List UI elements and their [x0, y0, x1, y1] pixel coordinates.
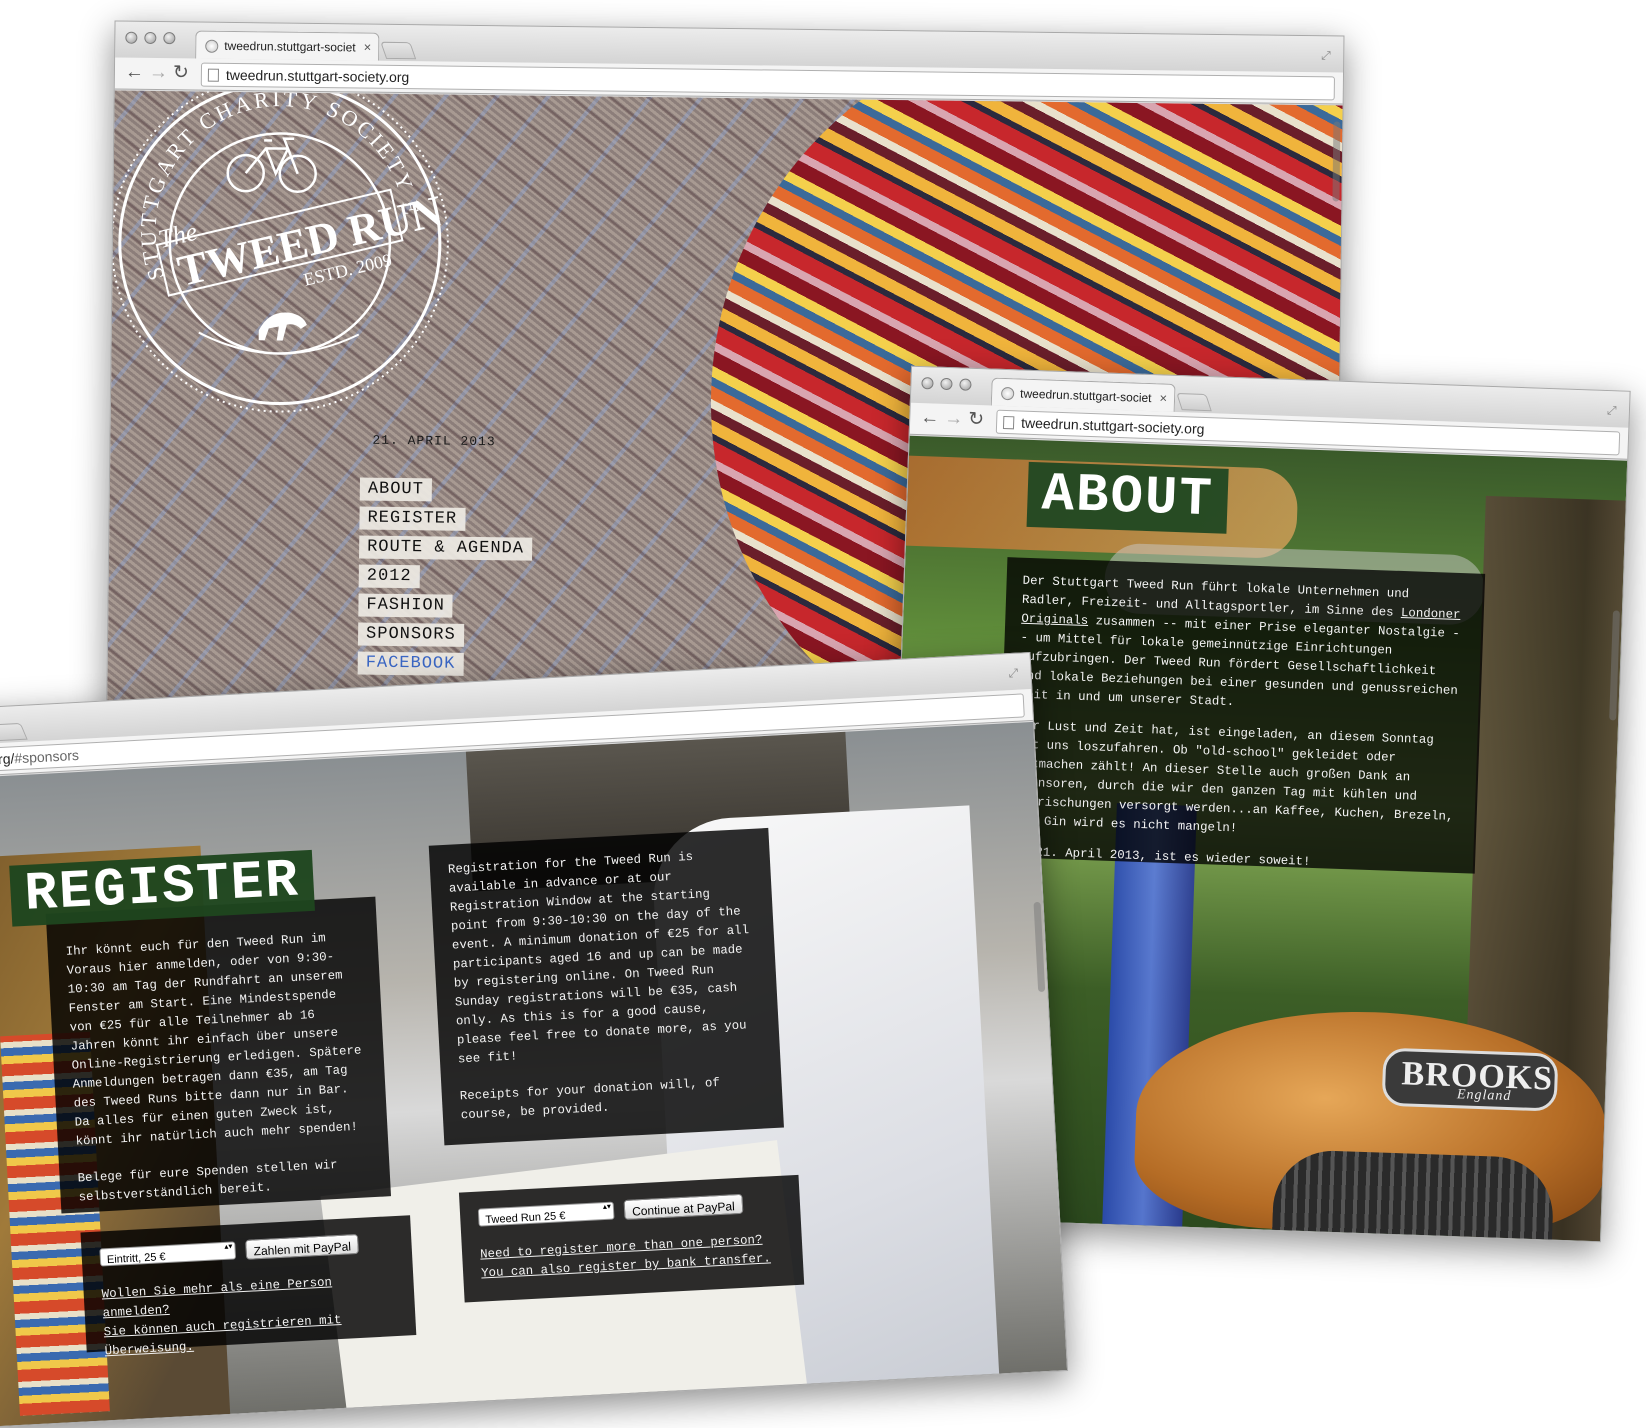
about-p1-end: zusammen -- mit einer Prise eleganter No…: [1018, 614, 1461, 710]
scrollbar[interactable]: [1332, 121, 1341, 202]
german-paragraph-1: Ihr könnt euch für den Tweed Run im Vora…: [65, 931, 362, 1149]
english-paragraph-2: Receipts for your donation will, of cour…: [459, 1075, 721, 1123]
window-controls[interactable]: [921, 377, 972, 391]
menu-item-sponsors[interactable]: SPONSORS: [357, 622, 464, 647]
about-paragraph-2: Wer Lust und Zeit hat, ist eingeladen, a…: [1014, 718, 1454, 836]
url-hash: #sponsors: [13, 746, 80, 767]
window-controls[interactable]: [125, 31, 176, 45]
new-tab-button[interactable]: [0, 722, 28, 742]
about-paragraph-1: Der Stuttgart Tweed Run führt lokale Unt…: [1018, 572, 1468, 720]
tab-title: tweedrun.stuttgart-societ: [224, 38, 356, 55]
menu-item-route-agenda[interactable]: ROUTE & AGENDA: [359, 535, 533, 561]
fullscreen-icon[interactable]: ⤢: [1607, 403, 1621, 417]
tab-title: tweedrun.stuttgart-societ: [1019, 386, 1152, 406]
fullscreen-icon[interactable]: ⤢: [1008, 665, 1023, 680]
pay-with-paypal-button[interactable]: Zahlen mit PayPal: [245, 1233, 360, 1260]
reload-icon[interactable]: ↻: [968, 408, 985, 433]
globe-icon: [205, 39, 219, 53]
page-icon: [207, 68, 219, 82]
about-text-box: Der Stuttgart Tweed Run führt lokale Unt…: [996, 557, 1486, 874]
payment-box-english: Tweed Run 25 € Continue at PayPal Need t…: [458, 1174, 805, 1303]
fullscreen-icon[interactable]: ⤢: [1321, 48, 1335, 62]
browser-tab[interactable]: tweedrun.stuttgart-societ ×: [195, 30, 380, 61]
url-text: rt-society.org/: [0, 750, 15, 771]
minimize-dot[interactable]: [144, 31, 157, 45]
menu-item-fashion[interactable]: FASHION: [358, 593, 453, 618]
main-menu: ABOUT REGISTER ROUTE & AGENDA 2012 FASHI…: [357, 477, 533, 677]
bicycle-icon: [226, 137, 317, 194]
browser-window-register: iet × ⤢ rt-society.org/#sponsors REGISTE…: [0, 651, 1069, 1428]
scrollbar[interactable]: [1033, 901, 1046, 993]
reload-icon[interactable]: ↻: [173, 61, 189, 85]
new-tab-button[interactable]: [380, 41, 417, 60]
forward-icon[interactable]: →: [149, 61, 168, 85]
globe-icon: [1000, 386, 1015, 401]
back-icon[interactable]: ←: [125, 61, 144, 85]
close-tab-icon[interactable]: ×: [364, 40, 372, 55]
page-icon: [1002, 415, 1015, 430]
english-paragraph-1: Registration for the Tweed Run is availa…: [447, 849, 750, 1067]
url-text: tweedrun.stuttgart-society.org: [1020, 414, 1205, 437]
about-heading: ABOUT: [1026, 461, 1229, 534]
close-dot[interactable]: [921, 377, 934, 390]
zoom-dot[interactable]: [959, 378, 972, 391]
menu-item-register[interactable]: REGISTER: [359, 506, 466, 531]
zoom-dot[interactable]: [163, 32, 176, 45]
tweed-run-logo: STUTTGART CHARITY SOCIETY E.V. The TWEED…: [107, 90, 449, 413]
close-tab-icon[interactable]: ×: [1159, 390, 1167, 405]
url-text: tweedrun.stuttgart-society.org: [225, 66, 410, 86]
menu-item-about[interactable]: ABOUT: [359, 477, 433, 502]
menu-item-2012[interactable]: 2012: [358, 564, 420, 589]
new-tab-button[interactable]: [1176, 392, 1212, 412]
continue-at-paypal-button[interactable]: Continue at PayPal: [623, 1193, 744, 1220]
event-date: 21. APRIL 2013: [372, 432, 496, 450]
tire-photo: [1270, 1148, 1555, 1242]
minimize-dot[interactable]: [940, 377, 953, 391]
back-icon[interactable]: ←: [920, 406, 940, 431]
forward-icon[interactable]: →: [944, 407, 964, 432]
menu-item-facebook[interactable]: FACEBOOK: [357, 651, 464, 676]
register-text-english: Registration for the Tweed Run is availa…: [428, 827, 784, 1146]
horse-icon: [258, 312, 307, 341]
payment-box-german: Eintritt, 25 € Zahlen mit PayPal Wollen …: [80, 1215, 417, 1358]
ticket-select-german[interactable]: Eintritt, 25 €: [99, 1241, 237, 1267]
brooks-badge: BROOKS England: [1381, 1047, 1559, 1112]
about-paragraph-3: Am 21. April 2013, ist es wieder soweit!: [1012, 844, 1311, 869]
page-viewport: REGISTER Ihr könnt euch für den Tweed Ru…: [0, 721, 1068, 1427]
ticket-select-english[interactable]: Tweed Run 25 €: [477, 1201, 615, 1227]
close-dot[interactable]: [125, 31, 138, 44]
register-text-german: Ihr könnt euch für den Tweed Run im Vora…: [45, 896, 392, 1214]
